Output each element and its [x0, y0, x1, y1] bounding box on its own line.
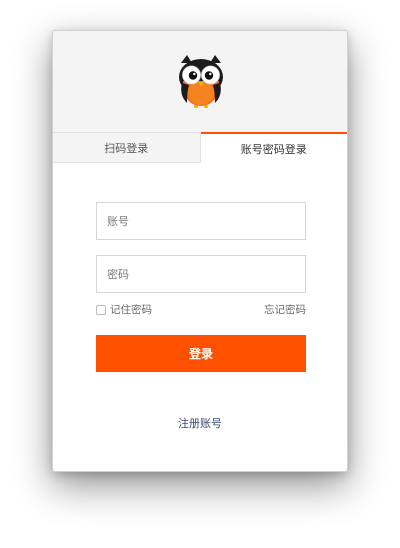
remember-checkbox[interactable] [96, 304, 106, 315]
forgot-password-link[interactable]: 忘记密码 [264, 302, 306, 317]
login-options: 记住密码 忘记密码 [96, 302, 306, 318]
account-input[interactable] [97, 203, 305, 239]
owl-logo-icon [179, 55, 223, 108]
password-input[interactable] [97, 256, 305, 292]
account-field [96, 202, 306, 240]
tab-qr-login[interactable]: 扫码登录 [53, 132, 201, 163]
login-button[interactable]: 登录 [96, 335, 306, 372]
register-link[interactable]: 注册账号 [53, 415, 347, 431]
login-window: 扫码登录 账号密码登录 记住密码 忘记密码 登录 注册账号 [52, 30, 348, 472]
password-field [96, 255, 306, 293]
tab-password-login[interactable]: 账号密码登录 [200, 132, 347, 163]
login-tabs: 扫码登录 账号密码登录 [53, 132, 347, 163]
login-header [53, 31, 347, 132]
remember-password-toggle[interactable]: 记住密码 [96, 302, 152, 317]
remember-label: 记住密码 [110, 304, 152, 316]
